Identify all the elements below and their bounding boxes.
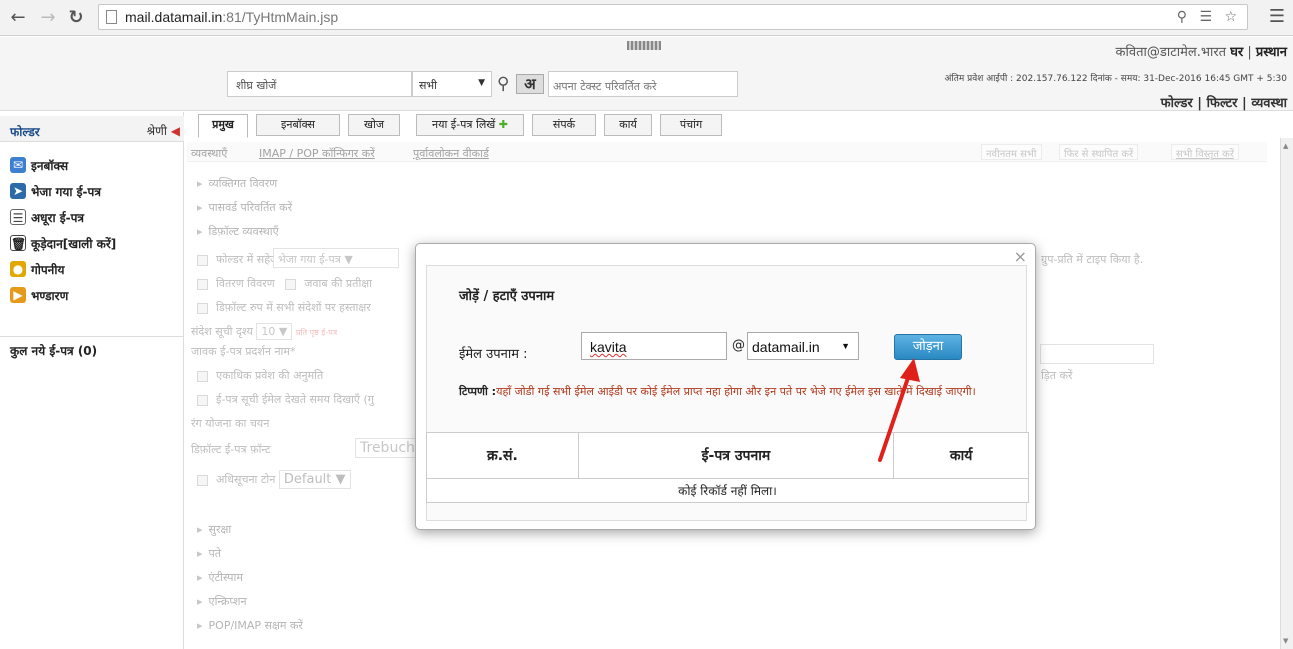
plus-icon: ✚ <box>498 118 509 131</box>
category-toggle[interactable]: श्रेणी ◀ <box>147 122 180 139</box>
sidebar-item-label: इनबॉक्स <box>31 158 69 173</box>
browser-menu-icon[interactable]: ☰ <box>1269 6 1285 27</box>
last-login-info: अंतिम प्रवेश आईपी : 202.157.76.122 दिनां… <box>944 74 1287 84</box>
sidebar-item-private[interactable]: ● गोपनीय <box>10 258 64 280</box>
filter-link[interactable]: फिल्टर <box>1207 96 1238 111</box>
sidebar-item-label: कूड़ेदान[खाली करें] <box>31 236 117 251</box>
col-alias: ई-पत्र उपनाम <box>577 432 895 479</box>
chevron-down-icon: ▼ <box>478 78 485 88</box>
settings-link[interactable]: व्यवस्था <box>1251 96 1287 111</box>
search-icon[interactable]: ⚲ <box>497 74 509 94</box>
search-scope-select[interactable]: सभी ▼ <box>412 71 492 97</box>
page-icon <box>106 10 117 24</box>
alias-table: क्र.सं. ई-पत्र उपनाम कार्य कोई रिकॉर्ड न… <box>426 432 1029 503</box>
tab-contacts[interactable]: संपर्क <box>532 114 596 136</box>
dialog-title: जोड़ें / हटाएँ उपनाम <box>459 289 555 304</box>
sidebar-item-label: अधूरा ई-पत्र <box>31 210 85 225</box>
sidebar-item-label: भेजा गया ई-पत्र <box>31 184 101 199</box>
alias-value: kavita <box>590 339 627 355</box>
scroll-up-icon[interactable]: ▲ <box>1283 142 1288 150</box>
tab-calendar[interactable]: पंचांग <box>660 114 722 136</box>
alias-dialog: × जोड़ें / हटाएँ उपनाम ईमेल उपनाम : kavi… <box>415 243 1036 530</box>
chevron-down-icon: ▼ <box>841 341 850 351</box>
alias-input[interactable]: kavita <box>581 332 727 360</box>
tab-compose[interactable]: नया ई-पत्र लिखें ✚ <box>416 114 524 136</box>
app-header: कविता@डाटामेल.भारत घर | प्रस्थान अंतिम प… <box>0 37 1293 111</box>
home-link[interactable]: घर <box>1230 45 1243 60</box>
empty-row: कोई रिकॉर्ड नहीं मिला। <box>426 478 1029 503</box>
sidebar-item-sent[interactable]: ➤ भेजा गया ई-पत्र <box>10 180 101 202</box>
close-icon[interactable]: × <box>1014 247 1027 266</box>
sidebar-heading: फोल्डर <box>10 125 40 139</box>
quick-search-input[interactable]: शीघ्र खोजें <box>227 71 412 97</box>
address-bar[interactable]: mail.datamail.in:81/TyHtmMain.jsp ⚲ ☰ ☆ <box>98 4 1248 30</box>
scroll-down-icon[interactable]: ▼ <box>1283 637 1288 645</box>
at-sign: @ <box>732 338 745 353</box>
folder-link[interactable]: फोल्डर <box>1161 96 1193 111</box>
user-email: कविता@डाटामेल.भारत <box>1115 45 1227 60</box>
inbox-icon: ✉ <box>10 157 26 173</box>
url-path: :81/TyHtmMain.jsp <box>222 9 339 25</box>
logout-link[interactable]: प्रस्थान <box>1256 45 1287 60</box>
col-serial: क्र.सं. <box>426 432 579 479</box>
trash-icon: 🗑 <box>10 235 27 251</box>
sidebar: फोल्डर श्रेणी ◀ ✉ इनबॉक्स ➤ भेजा गया ई-प… <box>0 112 184 649</box>
back-icon[interactable]: ← <box>8 6 28 30</box>
scrollbar[interactable]: ▲ ▼ <box>1280 138 1293 649</box>
sidebar-item-trash[interactable]: 🗑 कूड़ेदान[खाली करें] <box>10 232 116 254</box>
annotation-arrow-icon <box>878 358 920 462</box>
tab-search[interactable]: खोज <box>348 114 400 136</box>
search-scope-value: सभी <box>419 79 438 92</box>
domain-value: datamail.in <box>752 339 820 355</box>
forward-icon[interactable]: → <box>38 6 58 30</box>
sidebar-item-label: गोपनीय <box>31 262 65 277</box>
draft-icon: ☰ <box>10 209 26 225</box>
header-links: फोल्डर | फिल्टर | व्यवस्था <box>1160 96 1287 111</box>
tab-tasks[interactable]: कार्य <box>604 114 652 136</box>
url-host: mail.datamail.in <box>125 9 223 25</box>
language-button[interactable]: अ <box>516 74 544 94</box>
alias-label: ईमेल उपनाम : <box>459 347 528 362</box>
note-label: टिप्पणी : <box>459 385 497 398</box>
total-new-mail: कुल नये ई-पत्र (0) <box>0 336 184 360</box>
note-text: टिप्पणी :यहाँ जोडी गई सभी ईमेल आईडी पर क… <box>459 381 1039 403</box>
user-info: कविता@डाटामेल.भारत घर | प्रस्थान <box>1115 45 1287 60</box>
sidebar-item-inbox[interactable]: ✉ इनबॉक्स <box>10 154 68 176</box>
alias-form: जोड़ें / हटाएँ उपनाम ईमेल उपनाम : kavita… <box>426 265 1029 521</box>
reload-icon[interactable]: ↻ <box>66 6 86 30</box>
sent-icon: ➤ <box>10 183 26 199</box>
sidebar-header: फोल्डर श्रेणी ◀ <box>0 116 184 142</box>
folder-icon: ▶ <box>10 287 26 303</box>
zoom-translate-star-icons[interactable]: ⚲ ☰ ☆ <box>1177 9 1241 25</box>
domain-select[interactable]: datamail.in ▼ <box>747 332 859 360</box>
tab-inbox[interactable]: इनबॉक्स <box>256 114 340 136</box>
sidebar-item-label: भण्डारण <box>31 288 69 303</box>
lock-icon: ● <box>10 261 26 277</box>
sidebar-item-drafts[interactable]: ☰ अधूरा ई-पत्र <box>10 206 84 228</box>
sidebar-item-archive[interactable]: ▶ भण्डारण <box>10 284 68 306</box>
browser-toolbar: ← → ↻ mail.datamail.in:81/TyHtmMain.jsp … <box>0 0 1293 36</box>
language-hint-input[interactable]: अपना टेक्स्ट परिवर्तित करे <box>548 71 738 97</box>
tab-home[interactable]: प्रमुख <box>198 114 248 138</box>
header-logo <box>627 41 661 50</box>
